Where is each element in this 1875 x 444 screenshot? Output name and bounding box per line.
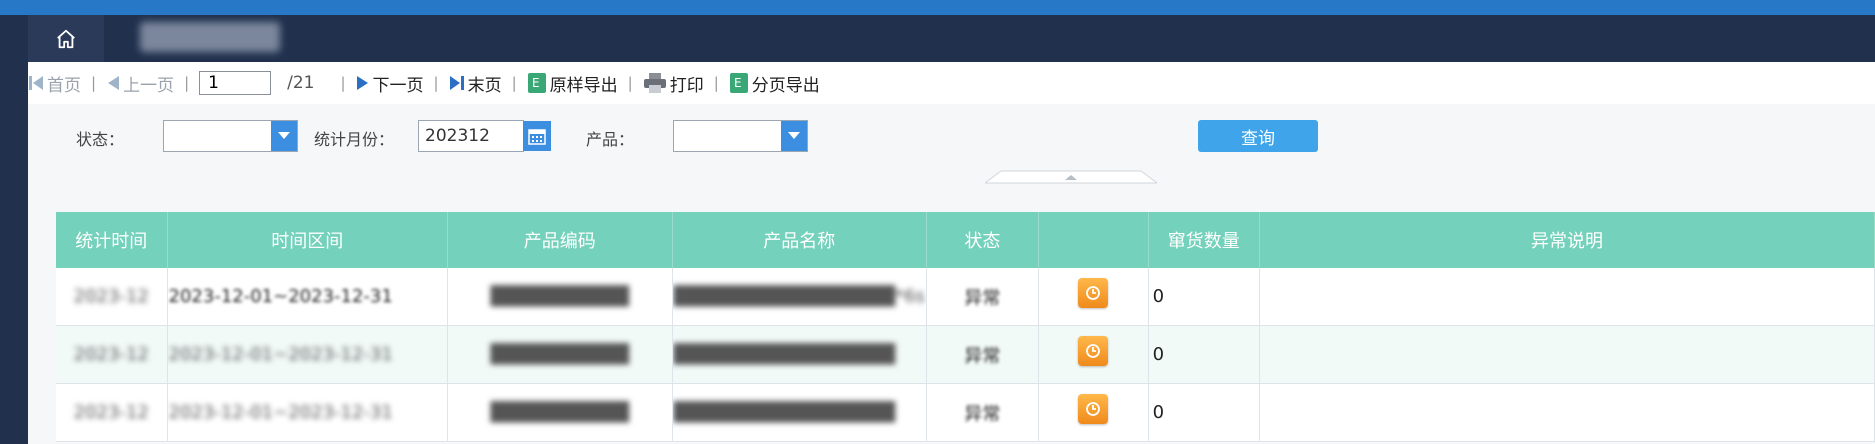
table-row[interactable]: 2023-12 2023-12-01~2023-12-31 ██████████… <box>56 383 1875 442</box>
cell-code: ██████████ <box>490 402 630 423</box>
first-page-icon <box>29 76 43 90</box>
first-page-label: 首页 <box>47 75 81 96</box>
export-original-button[interactable]: E 原样导出 <box>527 71 618 96</box>
collapse-filter-toggle[interactable] <box>985 170 1157 184</box>
first-page-button[interactable]: 首页 <box>28 71 81 96</box>
separator: | <box>627 74 633 92</box>
cell-name: ████████████████ <box>673 344 896 365</box>
last-page-button[interactable]: 末页 <box>449 71 502 96</box>
cell-time: 2023-12 <box>73 286 149 307</box>
excel-export-icon: E <box>729 73 748 93</box>
cell-name: ████████████████ <box>673 402 896 423</box>
data-grid: 统计时间 时间区间 产品编码 产品名称 状态 窜货数量 异常说明 2023-12… <box>56 212 1875 442</box>
table-row[interactable]: 2023-12 2023-12-01~2023-12-31 ██████████… <box>56 268 1875 326</box>
separator: | <box>433 74 439 92</box>
column-header[interactable]: 产品编码 <box>447 212 673 268</box>
cell-status: 异常 <box>964 345 1001 367</box>
cell-qty: 0 <box>1152 402 1165 423</box>
top-navbar <box>0 15 1875 62</box>
clock-icon[interactable] <box>1078 394 1109 424</box>
status-label: 状态： <box>76 130 125 149</box>
clock-icon[interactable] <box>1078 278 1109 308</box>
cell-code: ██████████ <box>490 286 630 307</box>
separator: | <box>511 74 517 92</box>
column-header[interactable]: 窜货数量 <box>1148 212 1261 268</box>
top-accent-strip <box>0 0 1875 15</box>
svg-text:E: E <box>532 76 540 90</box>
cell-status: 异常 <box>964 403 1001 425</box>
separator: | <box>713 74 719 92</box>
page-number-input[interactable] <box>199 71 272 95</box>
print-label: 打印 <box>669 75 704 96</box>
table-header: 统计时间 时间区间 产品编码 产品名称 状态 窜货数量 异常说明 <box>56 212 1875 268</box>
column-header[interactable]: 产品名称 <box>672 212 927 268</box>
status-select[interactable] <box>163 120 298 152</box>
clock-icon[interactable] <box>1078 336 1109 366</box>
export-paged-label: 分页导出 <box>751 75 820 96</box>
pager-toolbar: 首页 | 上一页 | /21 | 下一页 | 末页 | E 原样导出 | <box>28 62 1875 105</box>
cell-range: 2023-12-01~2023-12-31 <box>168 402 393 423</box>
filter-bar: 状态： 统计月份： 202312 产品： 查询 <box>28 104 1875 184</box>
cell-code: ██████████ <box>490 344 630 365</box>
prev-page-icon <box>108 76 120 90</box>
printer-icon <box>643 73 666 93</box>
cell-status: 异常 <box>964 287 1001 309</box>
prev-page-button[interactable]: 上一页 <box>106 71 174 96</box>
column-header[interactable]: 统计时间 <box>56 212 168 268</box>
column-header[interactable]: 状态 <box>926 212 1039 268</box>
export-paged-button[interactable]: E 分页导出 <box>729 71 820 96</box>
cell-range: 2023-12-01~2023-12-31 <box>168 286 393 307</box>
left-rail <box>0 15 28 444</box>
home-button[interactable] <box>28 15 104 62</box>
cell-qty: 0 <box>1152 286 1165 307</box>
cell-range: 2023-12-01~2023-12-31 <box>168 344 393 365</box>
calendar-icon[interactable] <box>523 121 551 151</box>
cell-name: ████████████████*6s <box>673 286 925 307</box>
page-total: /21 <box>287 73 315 93</box>
active-tab-blurred[interactable] <box>140 22 280 52</box>
product-select[interactable] <box>673 120 808 152</box>
separator: | <box>340 74 346 92</box>
print-button[interactable]: 打印 <box>643 71 704 96</box>
cell-qty: 0 <box>1152 344 1165 365</box>
product-label: 产品： <box>586 130 635 149</box>
last-page-label: 末页 <box>467 75 502 96</box>
chevron-down-icon[interactable] <box>271 121 297 151</box>
table-row[interactable]: 2023-12 2023-12-01~2023-12-31 ██████████… <box>56 325 1875 384</box>
separator: | <box>184 74 190 92</box>
next-page-icon <box>356 76 368 90</box>
chevron-down-icon[interactable] <box>781 121 807 151</box>
month-label: 统计月份： <box>314 130 395 149</box>
cell-time: 2023-12 <box>73 344 149 365</box>
query-button[interactable]: 查询 <box>1198 120 1318 152</box>
prev-page-label: 上一页 <box>123 75 175 96</box>
column-header[interactable]: 异常说明 <box>1259 212 1875 268</box>
month-input[interactable]: 202312 <box>418 120 524 152</box>
svg-text:E: E <box>734 76 742 90</box>
next-page-button[interactable]: 下一页 <box>356 71 424 96</box>
cell-time: 2023-12 <box>73 402 149 423</box>
home-icon <box>57 29 75 48</box>
excel-export-icon: E <box>527 73 546 93</box>
separator: | <box>91 74 97 92</box>
export-original-label: 原样导出 <box>549 75 618 96</box>
column-header[interactable]: 时间区间 <box>167 212 449 268</box>
next-page-label: 下一页 <box>372 75 424 96</box>
last-page-icon <box>449 76 464 90</box>
column-header <box>1038 212 1149 268</box>
